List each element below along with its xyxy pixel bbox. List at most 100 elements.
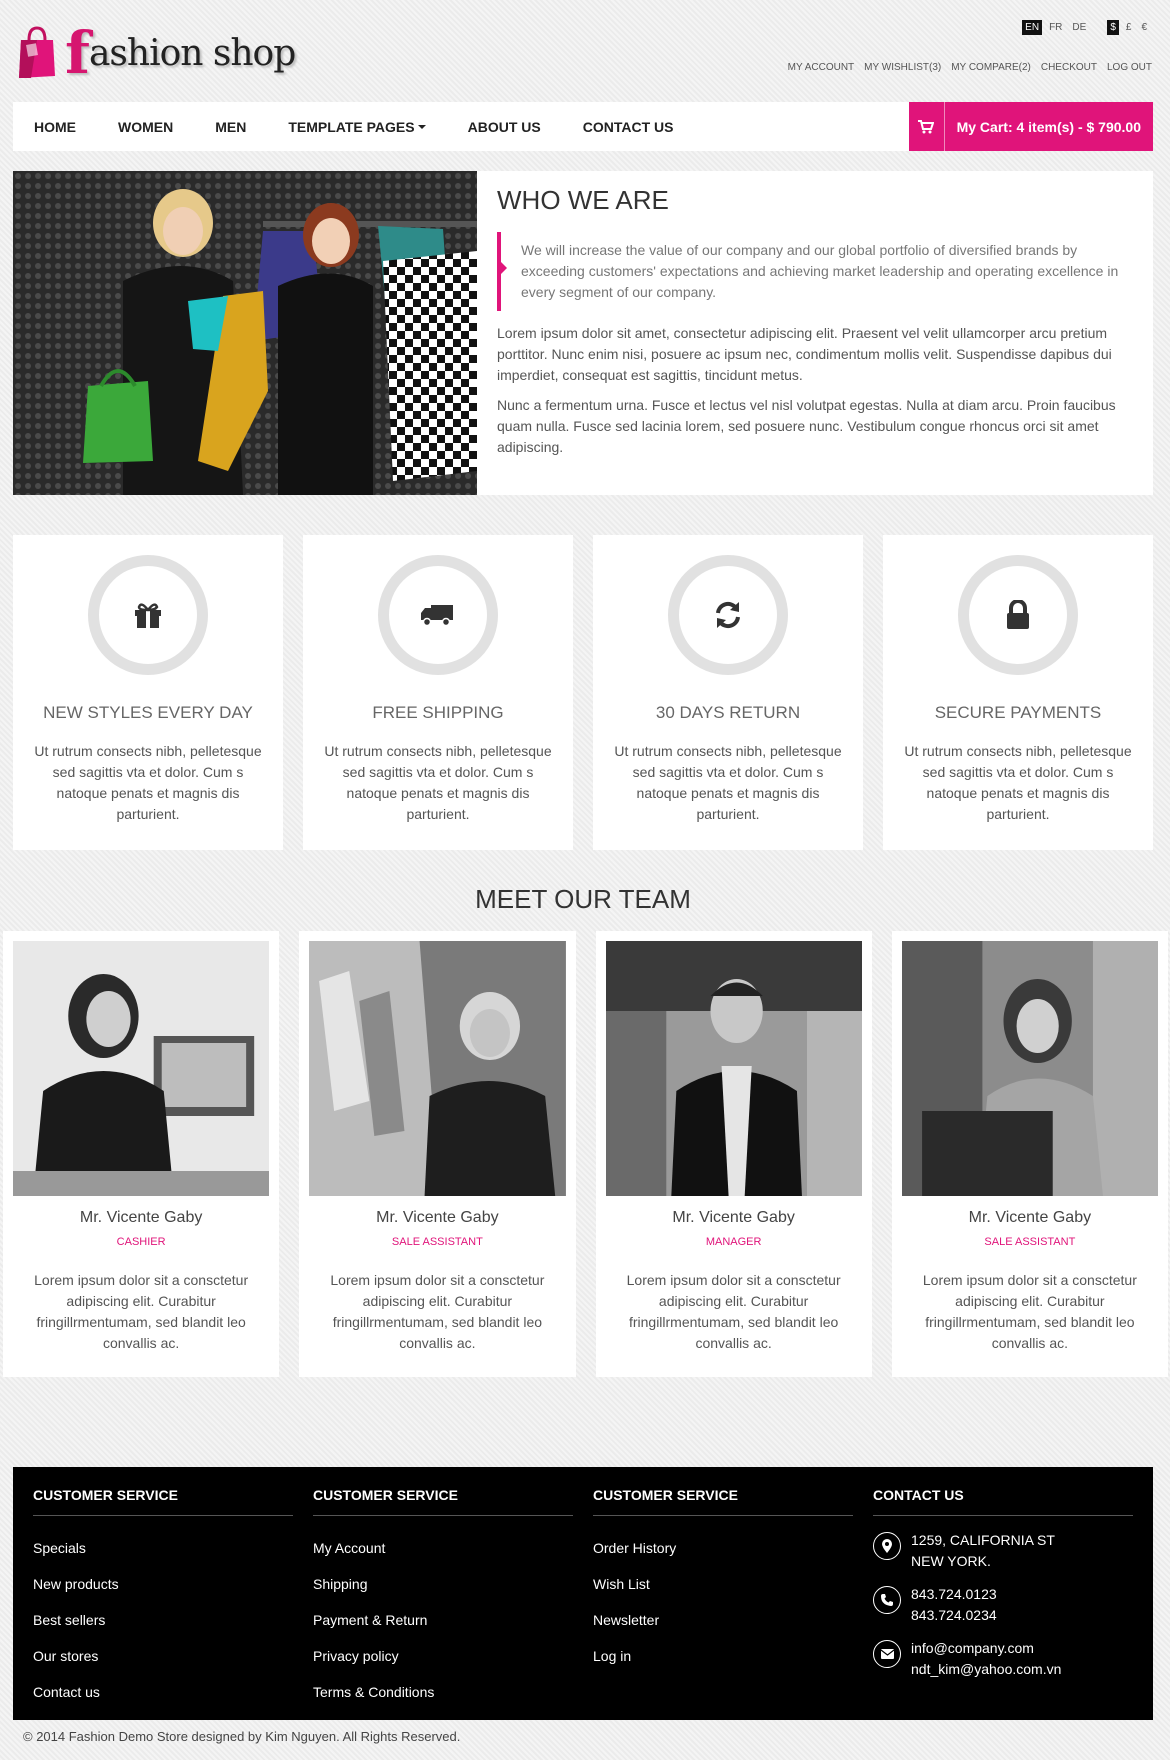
feature-card: 30 DAYS RETURN Ut rutrum consects nibh, … bbox=[593, 535, 863, 850]
feature-description: Ut rutrum consects nibh, pelletesque sed… bbox=[34, 743, 262, 822]
cart-label: My Cart: 4 item(s) - $ 790.00 bbox=[956, 118, 1141, 135]
nav-template-pages[interactable]: TEMPLATE PAGES bbox=[267, 102, 446, 151]
who-we-are-content: WHO WE ARE We will increase the value of… bbox=[497, 185, 1137, 467]
logout-link[interactable]: LOG OUT bbox=[1107, 62, 1152, 73]
map-marker-icon bbox=[873, 1532, 901, 1560]
feature-title: SECURE PAYMENTS bbox=[934, 703, 1102, 722]
member-description: Lorem ipsum dolor sit a consctetur adipi… bbox=[34, 1272, 249, 1351]
contact-phone: 843.724.0123 843.724.0234 bbox=[873, 1584, 1133, 1626]
address-line-1: 1259, CALIFORNIA ST bbox=[911, 1532, 1055, 1548]
member-name: Mr. Vicente Gaby bbox=[968, 1209, 1092, 1226]
shopping-cart-icon bbox=[909, 102, 945, 151]
lock-icon bbox=[958, 555, 1078, 675]
feature-title: FREE SHIPPING bbox=[372, 703, 504, 722]
currency-usd[interactable]: $ bbox=[1107, 20, 1119, 35]
email-1[interactable]: info@company.com bbox=[911, 1638, 1061, 1659]
member-name: Mr. Vicente Gaby bbox=[376, 1209, 499, 1226]
nav-home[interactable]: HOME bbox=[13, 102, 97, 151]
footer-link-payment-return[interactable]: Payment & Return bbox=[313, 1602, 573, 1638]
mission-quote: We will increase the value of our compan… bbox=[497, 232, 1137, 311]
feature-title: NEW STYLES EVERY DAY bbox=[43, 703, 253, 722]
footer-link-my-account[interactable]: My Account bbox=[313, 1530, 573, 1566]
my-compare-link[interactable]: MY COMPARE(2) bbox=[951, 62, 1031, 73]
language-currency-switcher: EN FR DE $ £ € bbox=[1022, 20, 1150, 35]
phone-number-2[interactable]: 843.724.0234 bbox=[911, 1605, 997, 1626]
footer-link-terms[interactable]: Terms & Conditions bbox=[313, 1674, 573, 1710]
team-member-card: Mr. Vicente Gaby SALE ASSISTANT Lorem ip… bbox=[891, 931, 1168, 1377]
member-description: Lorem ipsum dolor sit a consctetur adipi… bbox=[330, 1272, 545, 1351]
footer-column-1: CUSTOMER SERVICE Specials New products B… bbox=[33, 1467, 293, 1720]
feature-description: Ut rutrum consects nibh, pelletesque sed… bbox=[324, 743, 552, 822]
footer-column-title: CUSTOMER SERVICE bbox=[313, 1487, 573, 1516]
footer-column-2: CUSTOMER SERVICE My Account Shipping Pay… bbox=[313, 1467, 573, 1720]
nav-contact-us[interactable]: CONTACT US bbox=[562, 102, 695, 151]
who-paragraph-2: Nunc a fermentum urna. Fusce et lectus v… bbox=[497, 397, 1116, 455]
footer-column-title: CUSTOMER SERVICE bbox=[593, 1487, 853, 1516]
feature-title: 30 DAYS RETURN bbox=[655, 703, 801, 722]
envelope-icon bbox=[873, 1640, 901, 1668]
footer-link-newsletter[interactable]: Newsletter bbox=[593, 1602, 853, 1638]
footer-link-specials[interactable]: Specials bbox=[33, 1530, 293, 1566]
phone-number-1[interactable]: 843.724.0123 bbox=[911, 1584, 997, 1605]
team-member-card: Mr. Vicente Gaby MANAGER Lorem ipsum dol… bbox=[595, 931, 872, 1377]
caret-down-icon bbox=[417, 124, 426, 129]
refresh-icon bbox=[668, 555, 788, 675]
footer-link-best-sellers[interactable]: Best sellers bbox=[33, 1602, 293, 1638]
shopping-bag-icon bbox=[19, 26, 55, 78]
gift-icon bbox=[88, 555, 208, 675]
contact-email: info@company.com ndt_kim@yahoo.com.vn bbox=[873, 1638, 1133, 1680]
email-2[interactable]: ndt_kim@yahoo.com.vn bbox=[911, 1659, 1061, 1680]
nav-women[interactable]: WOMEN bbox=[97, 102, 194, 151]
logo-text: fashion shop bbox=[65, 19, 296, 87]
member-photo bbox=[309, 941, 566, 1196]
copyright: © 2014 Fashion Demo Store designed by Ki… bbox=[23, 1729, 461, 1744]
footer-link-privacy-policy[interactable]: Privacy policy bbox=[313, 1638, 573, 1674]
lang-de[interactable]: DE bbox=[1069, 20, 1089, 35]
footer-link-log-in[interactable]: Log in bbox=[593, 1638, 853, 1674]
feature-description: Ut rutrum consects nibh, pelletesque sed… bbox=[904, 743, 1132, 822]
currency-eur[interactable]: € bbox=[1138, 20, 1150, 35]
who-we-are-section: WHO WE ARE We will increase the value of… bbox=[13, 171, 1153, 495]
cart-button[interactable]: My Cart: 4 item(s) - $ 790.00 bbox=[908, 102, 1153, 151]
member-photo bbox=[13, 941, 270, 1196]
member-role: SALE ASSISTANT bbox=[984, 1236, 1076, 1248]
nav-about-us[interactable]: ABOUT US bbox=[447, 102, 562, 151]
footer-link-contact-us[interactable]: Contact us bbox=[33, 1674, 293, 1710]
my-wishlist-link[interactable]: MY WISHLIST(3) bbox=[864, 62, 941, 73]
lang-en[interactable]: EN bbox=[1022, 20, 1043, 35]
nav-men[interactable]: MEN bbox=[194, 102, 267, 151]
shop-assistants-photo bbox=[13, 171, 477, 495]
footer-column-3: CUSTOMER SERVICE Order History Wish List… bbox=[593, 1467, 853, 1720]
checkout-link[interactable]: CHECKOUT bbox=[1041, 62, 1097, 73]
member-role: SALE ASSISTANT bbox=[391, 1236, 483, 1248]
member-photo bbox=[605, 941, 862, 1196]
footer-link-order-history[interactable]: Order History bbox=[593, 1530, 853, 1566]
footer-link-wish-list[interactable]: Wish List bbox=[593, 1566, 853, 1602]
address-line-2: NEW YORK. bbox=[911, 1553, 991, 1569]
member-role: CASHIER bbox=[116, 1236, 166, 1248]
currency-gbp[interactable]: £ bbox=[1123, 20, 1135, 35]
team-title: MEET OUR TEAM bbox=[475, 884, 691, 914]
footer-link-shipping[interactable]: Shipping bbox=[313, 1566, 573, 1602]
team-members: Mr. Vicente Gaby CASHIER Lorem ipsum dol… bbox=[3, 931, 1168, 1377]
member-photo bbox=[901, 941, 1158, 1196]
features-row: NEW STYLES EVERY DAY Ut rutrum consects … bbox=[13, 535, 1153, 850]
footer-link-our-stores[interactable]: Our stores bbox=[33, 1638, 293, 1674]
phone-icon bbox=[873, 1586, 901, 1614]
footer-link-new-products[interactable]: New products bbox=[33, 1566, 293, 1602]
member-role: MANAGER bbox=[705, 1236, 762, 1248]
member-description: Lorem ipsum dolor sit a consctetur adipi… bbox=[626, 1272, 841, 1351]
main-navbar: HOME WOMEN MEN TEMPLATE PAGES ABOUT US C… bbox=[13, 102, 1153, 151]
member-name: Mr. Vicente Gaby bbox=[79, 1209, 203, 1226]
footer-column-title: CONTACT US bbox=[873, 1487, 1133, 1516]
feature-description: Ut rutrum consects nibh, pelletesque sed… bbox=[614, 743, 842, 822]
who-we-are-title: WHO WE ARE bbox=[497, 185, 669, 215]
footer: CUSTOMER SERVICE Specials New products B… bbox=[13, 1467, 1153, 1720]
footer-column-title: CUSTOMER SERVICE bbox=[33, 1487, 293, 1516]
lang-fr[interactable]: FR bbox=[1046, 20, 1065, 35]
footer-contact-column: CONTACT US 1259, CALIFORNIA ST NEW YORK.… bbox=[873, 1467, 1133, 1720]
my-account-link[interactable]: MY ACCOUNT bbox=[788, 62, 855, 73]
truck-icon bbox=[378, 555, 498, 675]
logo[interactable]: fashion shop bbox=[17, 22, 296, 92]
who-paragraph-1: Lorem ipsum dolor sit amet, consectetur … bbox=[497, 325, 1112, 383]
